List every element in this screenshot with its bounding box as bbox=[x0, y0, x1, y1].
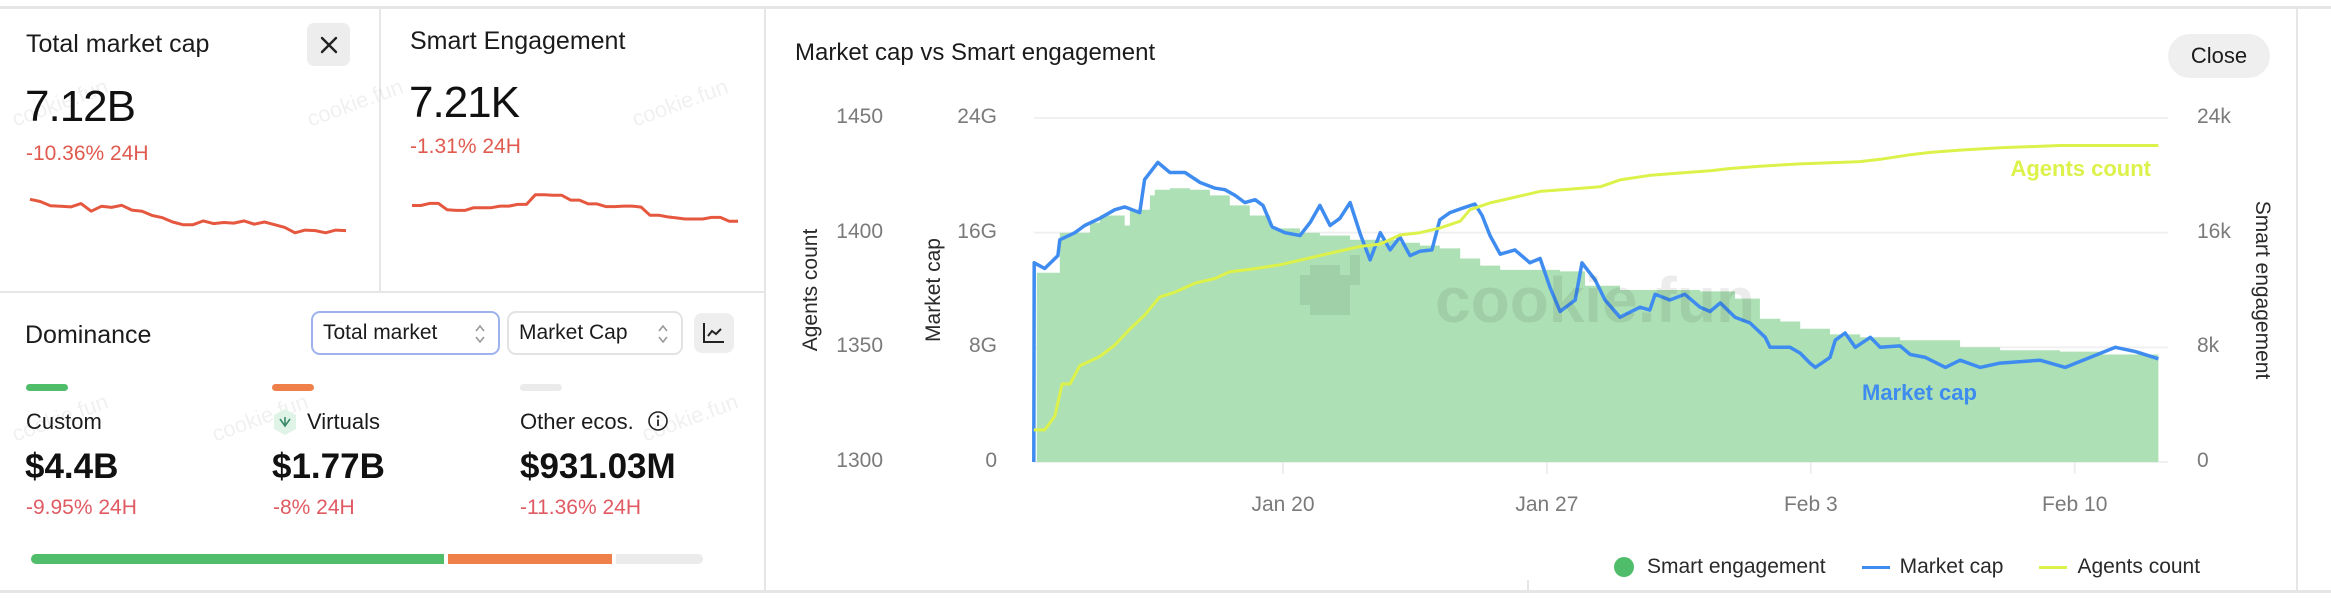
legend-line-icon bbox=[2039, 565, 2068, 569]
legend-label: Agents count bbox=[2077, 555, 2201, 578]
legend-line-icon bbox=[1861, 565, 1890, 569]
legend-item-smart-engagement[interactable]: Smart engagement bbox=[1614, 555, 1826, 579]
market-cap-inline-label: Market cap bbox=[1862, 380, 1977, 405]
agents-count-inline-label: Agents count bbox=[2010, 156, 2151, 181]
legend-item-agents-count[interactable]: Agents count bbox=[2039, 555, 2200, 579]
legend-label: Smart engagement bbox=[1647, 555, 1826, 578]
chart-legend: Smart engagement Market cap Agents count bbox=[1614, 555, 2200, 579]
legend-item-market-cap[interactable]: Market cap bbox=[1861, 555, 2004, 579]
watermark-text: cookie.fun bbox=[1435, 264, 1755, 336]
main-chart: Market cap Agents count cookie.fun bbox=[1032, 117, 2168, 474]
legend-dot-icon bbox=[1614, 557, 1634, 577]
legend-label: Market cap bbox=[1899, 555, 2004, 578]
